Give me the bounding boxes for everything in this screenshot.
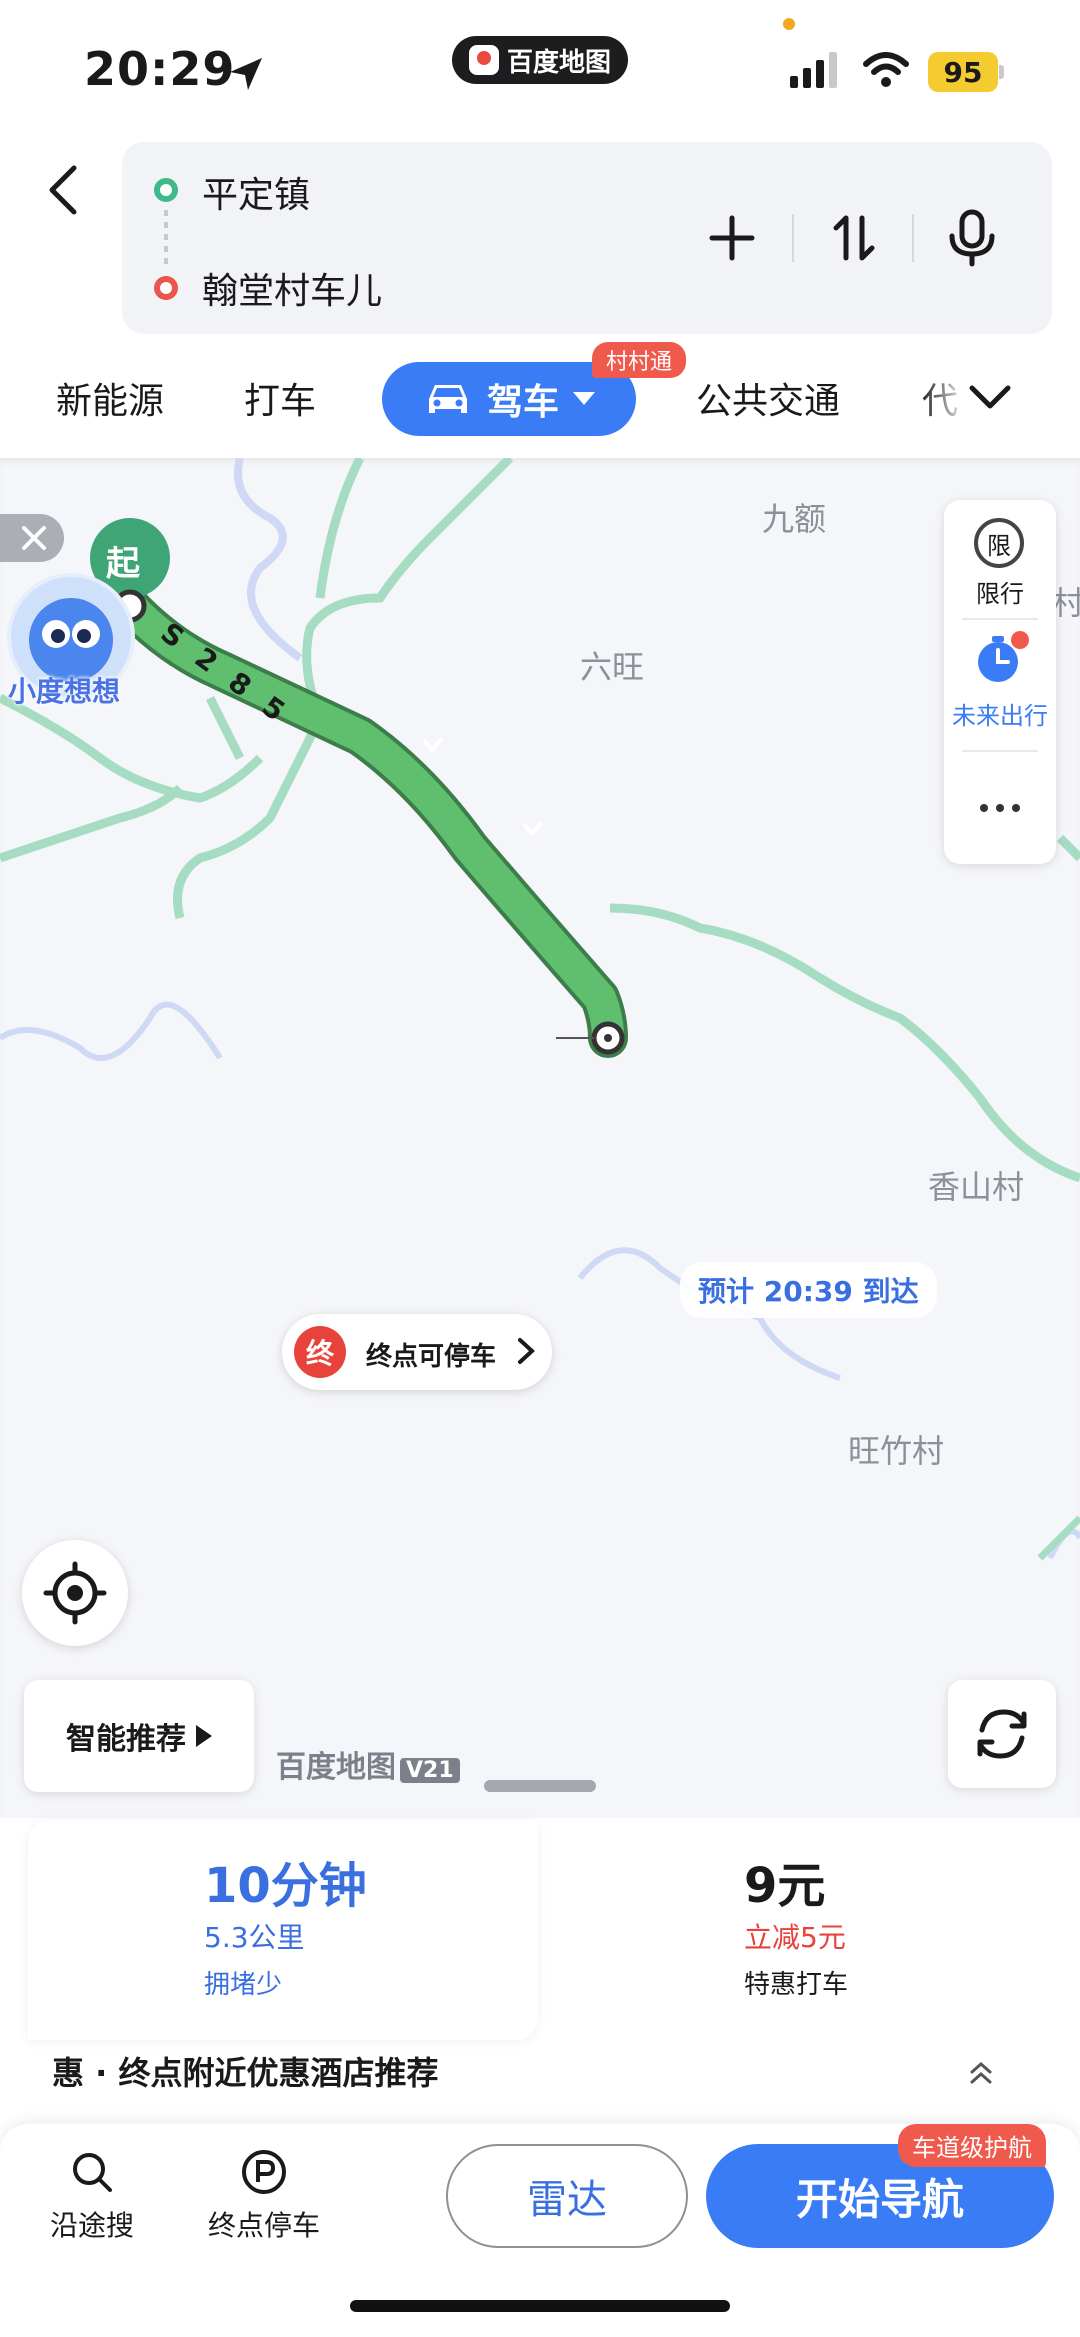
more-icon[interactable] [944,768,1056,848]
map-side-panel: 限 限行 未来出行 [944,500,1056,864]
home-indicator[interactable] [350,2300,730,2312]
separator [792,214,794,262]
status-time: 20:29 [84,42,236,96]
map-base [0,458,1080,1561]
tab-public-transit[interactable]: 公共交通 [696,372,840,424]
tab-expand[interactable] [920,368,1040,428]
parking-icon [242,2150,286,2194]
play-arrow-icon [196,1725,212,1747]
place-label: 六旺 [580,648,645,686]
locate-icon [43,1561,107,1625]
privacy-dot [783,18,795,30]
map-view[interactable]: 起 S285 九额 六旺 香山村 旺竹村 村 小度想想 限 限行 未来出行 预计… [0,458,1080,1818]
refresh-button[interactable] [948,1680,1056,1788]
dropdown-arrow-icon [573,392,595,405]
car-icon [428,385,467,413]
status-bar: 20:29 百度地图 95 [0,0,1080,140]
separator [962,618,1038,620]
chevron-down-icon [969,385,1011,409]
mode-tabs: 新能源 打车 驾车 村村通 公共交通 代 [0,342,1080,448]
search-along-button[interactable]: 沿途搜 [22,2148,162,2244]
tab-new-energy[interactable]: 新能源 [56,372,164,424]
lane-guidance-badge: 车道级护航 [898,2124,1046,2167]
route-duration: 10分钟 [204,1858,367,1914]
route-distance: 5.3公里 [204,1921,305,1954]
place-label: 村 [1052,584,1080,622]
separator [912,214,914,262]
tab-taxi[interactable]: 打车 [244,372,316,424]
refresh-icon [977,1709,1027,1759]
add-waypoint-icon[interactable] [700,206,764,270]
place-label: 旺竹村 [848,1432,945,1470]
origin-dot-icon [154,178,178,202]
battery-indicator: 95 [928,52,1004,92]
radar-button[interactable]: 雷达 [446,2144,688,2248]
app-name: 百度地图 [506,47,611,78]
place-label: 九额 [762,500,827,538]
close-assistant-button[interactable] [0,514,64,562]
origin-field[interactable]: 平定镇 [202,166,310,218]
app-indicator[interactable]: 百度地图 [452,36,628,84]
route-connector [164,210,168,268]
route-input-box: 平定镇 翰堂村车儿 [122,142,1052,334]
village-route-badge: 村村通 [592,342,687,378]
signal-icon [790,52,837,88]
end-parking-button[interactable]: 终点停车 [194,2148,334,2244]
taxi-price: 9元 [744,1858,826,1914]
clock-icon [978,631,1029,682]
end-parking-chip[interactable]: 终 终点可停车 [282,1314,552,1390]
end-parking-label: 终点停车 [207,2209,320,2242]
traffic-status: 拥堵少 [204,1970,283,2000]
search-along-label: 沿途搜 [49,2209,134,2242]
close-icon [22,526,46,550]
parking-label: 终点可停车 [366,1342,497,1372]
restriction-label: 限行 [976,580,1024,608]
smart-recommend-label: 智能推荐 [66,1722,186,1757]
baidu-map-logo-icon [468,45,499,75]
drag-handle[interactable] [484,1780,596,1792]
restriction-button[interactable]: 限 限行 [944,500,1056,610]
locate-button[interactable] [22,1540,128,1646]
microphone-icon[interactable] [940,206,1004,270]
separator [962,750,1038,752]
assistant-label: 小度想想 [8,675,121,708]
future-travel-button[interactable]: 未来出行 [944,622,1056,742]
watermark-version: V21 [400,1758,460,1783]
chevron-right-icon [518,1338,535,1364]
hotel-promo[interactable]: 惠 · 终点附近优惠酒店推荐 [52,2048,438,2094]
taxi-label: 特惠打车 [744,1970,849,2000]
map-watermark: 百度地图 V21 [276,1742,460,1786]
route-option[interactable]: 10分钟 5.3公里 拥堵少 [28,1820,538,2040]
battery-level: 95 [928,52,998,92]
place-label: 香山村 [928,1168,1025,1206]
taxi-discount: 立减5元 [744,1921,846,1954]
location-arrow-icon [230,58,262,90]
back-arrow-icon[interactable] [38,160,92,220]
search-icon [73,2153,112,2192]
end-marker-icon: 终 [294,1326,346,1378]
battery-cap [999,65,1004,79]
future-travel-label: 未来出行 [952,702,1048,730]
destination-dot-icon [154,276,178,300]
eta-chip: 预计 20:39 到达 [680,1262,937,1318]
tab-drive-label: 驾车 [486,382,559,423]
destination-field[interactable]: 翰堂村车儿 [202,262,382,314]
swap-icon[interactable] [822,206,886,270]
chevron-up-icon[interactable] [966,2058,996,2088]
restriction-icon: 限 [974,518,1024,568]
watermark-text: 百度地图 [276,1750,396,1785]
wifi-icon [863,52,909,87]
smart-recommend-button[interactable]: 智能推荐 [24,1680,254,1792]
